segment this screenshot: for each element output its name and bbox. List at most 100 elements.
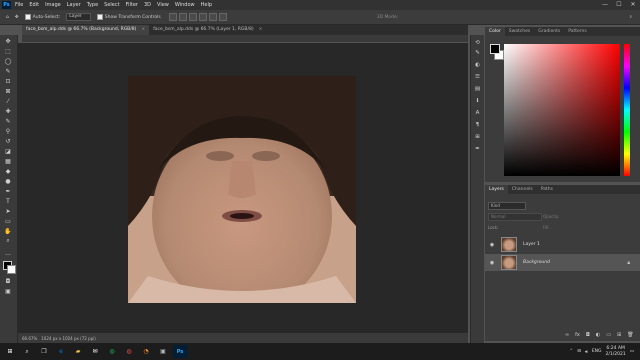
properties-icon[interactable]: ☰: [473, 73, 482, 81]
add-mask-icon[interactable]: ◘: [586, 332, 590, 338]
search-icon[interactable]: ⌕: [629, 14, 632, 20]
edge-browser-icon[interactable]: e: [54, 345, 68, 358]
menu-3d[interactable]: 3D: [144, 2, 151, 8]
history-panel-icon[interactable]: ⟲: [473, 39, 482, 47]
mail-icon[interactable]: ✉: [88, 345, 102, 358]
windows-start-icon[interactable]: ⊞: [3, 345, 17, 358]
zoom-level[interactable]: 66.67%: [22, 336, 37, 341]
file-explorer-icon[interactable]: ▰: [71, 345, 85, 358]
character-icon[interactable]: A: [473, 109, 482, 117]
tab-layer1[interactable]: face_bsm_alp.dds @ 66.7% (Layer 1, RGB/8…: [149, 25, 266, 35]
gradient-tool-icon[interactable]: ▦: [3, 157, 13, 165]
healing-brush-tool-icon[interactable]: ✚: [3, 107, 13, 115]
home-icon[interactable]: ⌂: [6, 15, 9, 20]
rectangle-tool-icon[interactable]: ▭: [3, 217, 13, 225]
move-tool-icon[interactable]: ✥: [3, 37, 13, 45]
tab-gradients[interactable]: Gradients: [534, 27, 564, 36]
blur-tool-icon[interactable]: ◆: [3, 167, 13, 175]
menu-edit[interactable]: Edit: [29, 2, 39, 8]
layer-style-icon[interactable]: fx: [575, 332, 580, 338]
tab-background[interactable]: face_bsm_alp.dds @ 66.7% (Background, RG…: [22, 25, 150, 35]
visibility-eye-icon[interactable]: ◉: [488, 260, 496, 266]
lasso-tool-icon[interactable]: ◯: [3, 57, 13, 65]
clone-stamp-tool-icon[interactable]: ⚲: [3, 127, 13, 135]
menu-window[interactable]: Window: [175, 2, 195, 8]
notifications-icon[interactable]: ▭: [630, 349, 634, 354]
visibility-eye-icon[interactable]: ◉: [488, 242, 496, 248]
align-right-button[interactable]: [188, 13, 197, 21]
language-indicator[interactable]: ENG: [592, 349, 602, 354]
menu-layer[interactable]: Layer: [67, 2, 81, 8]
clock[interactable]: 6:24 AM 2/1/2021: [602, 346, 626, 358]
new-group-icon[interactable]: ▭: [606, 332, 611, 338]
layer-filter-kind[interactable]: Kind: [488, 202, 526, 210]
app-icon[interactable]: ▣: [156, 345, 170, 358]
background-color-swatch[interactable]: [7, 265, 16, 274]
align-top-button[interactable]: [198, 13, 207, 21]
adjustment-layer-icon[interactable]: ◐: [596, 332, 600, 338]
close-window-button[interactable]: ✕: [626, 0, 640, 10]
tab-paths[interactable]: Paths: [537, 185, 557, 194]
adjustments-icon[interactable]: ◐: [473, 61, 482, 69]
pen-tool-icon[interactable]: ✒: [3, 187, 13, 195]
more-tools-icon[interactable]: …: [3, 249, 13, 257]
glyphs-icon[interactable]: ⊞: [473, 133, 482, 141]
maximize-button[interactable]: ☐: [612, 0, 626, 10]
tab-layers[interactable]: Layers: [485, 185, 508, 194]
close-tab-icon[interactable]: ×: [259, 25, 263, 35]
tab-color[interactable]: Color: [485, 27, 505, 36]
task-view-icon[interactable]: ❐: [37, 345, 51, 358]
link-layers-icon[interactable]: ∞: [565, 332, 569, 338]
menu-view[interactable]: View: [157, 2, 169, 8]
color-spectrum-field[interactable]: [504, 44, 620, 176]
paths-icon[interactable]: ✒: [473, 145, 482, 153]
screen-mode-icon[interactable]: ▣: [3, 287, 13, 295]
quick-select-tool-icon[interactable]: ✎: [3, 67, 13, 75]
whatsapp-icon[interactable]: ◎: [105, 345, 119, 358]
move-tool-icon[interactable]: ✥: [15, 15, 19, 20]
menu-image[interactable]: Image: [45, 2, 61, 8]
align-middle-button[interactable]: [208, 13, 217, 21]
auto-select-dropdown[interactable]: Layer: [66, 13, 91, 21]
crop-tool-icon[interactable]: ⊡: [3, 77, 13, 85]
tab-swatches[interactable]: Swatches: [505, 27, 535, 36]
tray-chevron-icon[interactable]: ⌃: [569, 349, 573, 354]
minimize-button[interactable]: —: [598, 0, 612, 10]
volume-icon[interactable]: 🔊︎: [585, 349, 588, 355]
blend-mode-select[interactable]: Normal: [488, 213, 542, 221]
paragraph-icon[interactable]: ¶: [473, 121, 482, 129]
hand-tool-icon[interactable]: ✋: [3, 227, 13, 235]
transform-checkbox[interactable]: [96, 14, 103, 20]
search-icon[interactable]: ⌕: [20, 345, 34, 358]
align-center-button[interactable]: [178, 13, 187, 21]
auto-select-toggle[interactable]: Auto-Select:: [24, 14, 60, 20]
type-tool-icon[interactable]: T: [3, 197, 13, 205]
delete-layer-icon[interactable]: 🗑︎: [627, 332, 633, 338]
path-selection-tool-icon[interactable]: ➤: [3, 207, 13, 215]
document-canvas-image[interactable]: [128, 76, 356, 303]
dodge-tool-icon[interactable]: ●: [3, 177, 13, 185]
eraser-tool-icon[interactable]: ◪: [3, 147, 13, 155]
foreground-color-chip[interactable]: [490, 44, 500, 54]
menu-help[interactable]: Help: [201, 2, 212, 8]
libraries-icon[interactable]: ▤: [473, 85, 482, 93]
align-bottom-button[interactable]: [218, 13, 227, 21]
network-icon[interactable]: ⊟: [577, 349, 581, 354]
new-layer-icon[interactable]: ⊞: [617, 332, 621, 338]
chrome-icon[interactable]: ◍: [122, 345, 136, 358]
menu-select[interactable]: Select: [104, 2, 119, 8]
show-transform-toggle[interactable]: Show Transform Controls: [96, 14, 161, 20]
blender-icon[interactable]: ◔: [139, 345, 153, 358]
layer-row-layer1[interactable]: ◉ Layer 1: [485, 236, 640, 253]
lock-icon[interactable]: 🔒︎: [627, 260, 630, 266]
zoom-tool-icon[interactable]: ⌕: [3, 237, 13, 245]
layer-name[interactable]: Background: [523, 260, 550, 265]
tab-channels[interactable]: Channels: [508, 185, 537, 194]
auto-select-checkbox[interactable]: [24, 14, 31, 20]
brush-tool-icon[interactable]: ✎: [3, 117, 13, 125]
close-tab-icon[interactable]: ×: [141, 25, 145, 35]
photoshop-logo[interactable]: Ps: [2, 1, 11, 9]
layer-row-background[interactable]: ◉ Background 🔒︎: [485, 254, 640, 271]
layer-name[interactable]: Layer 1: [523, 242, 540, 247]
menu-filter[interactable]: Filter: [126, 2, 138, 8]
